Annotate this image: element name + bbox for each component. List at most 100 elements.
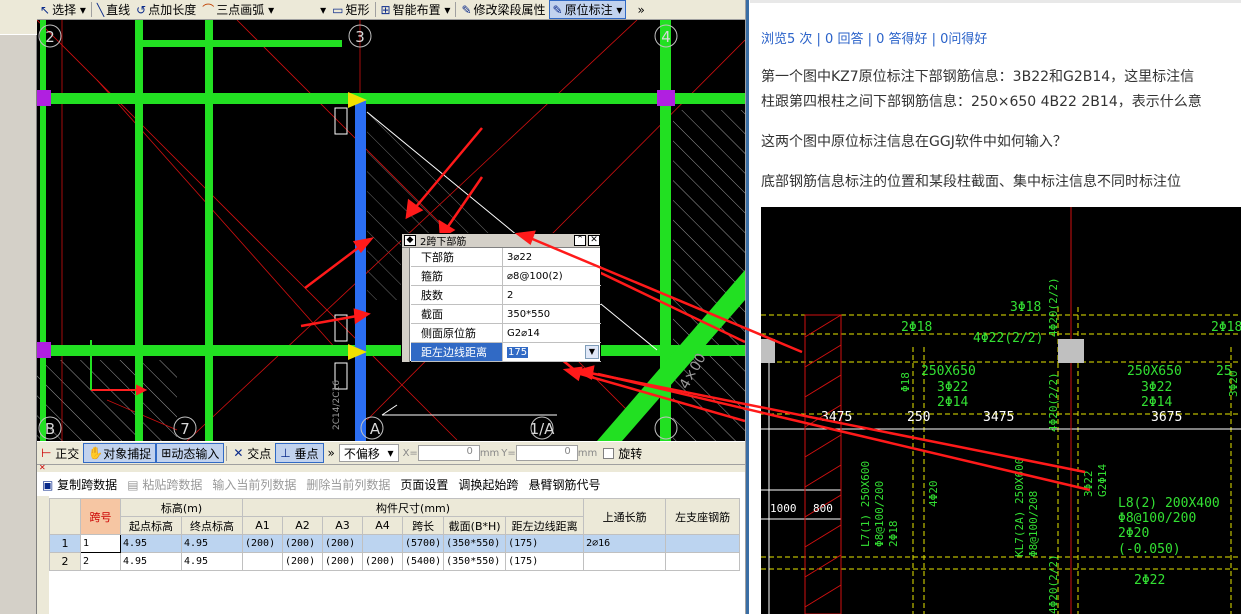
a4-header: A4 — [362, 516, 403, 535]
left-panel-strip — [0, 0, 37, 614]
copy-span-button[interactable]: ▣ 复制跨数据 — [37, 476, 122, 493]
chevron-down-icon[interactable]: ▼ — [585, 345, 599, 359]
rotate-label: 旋转 — [618, 446, 643, 461]
drawing-status-bar: ⊢ 正交 ✋ 对象捕捉 ⊞ 动态输入 ✕ 交点 ⊥ 垂点 » 不偏移 ▾ X= 0 … — [37, 441, 745, 465]
x-coordinate-input[interactable]: 0 — [417, 445, 480, 461]
svg-text:4Φ22(2/2): 4Φ22(2/2) — [973, 331, 1043, 346]
svg-text:2Φ20: 2Φ20 — [1118, 526, 1149, 541]
axis-label-3: 3 — [355, 28, 365, 46]
column-marker — [1058, 339, 1084, 363]
span-number-header[interactable]: 跨号 — [80, 498, 121, 535]
input-column-button[interactable]: 输入当前列数据 — [207, 476, 301, 493]
close-button[interactable]: ✕ — [588, 235, 600, 246]
svg-text:3475: 3475 — [983, 410, 1014, 425]
arc-tool-button[interactable]: ⌒ 三点画弧 ▾ — [199, 0, 277, 19]
toolbar-overflow-button[interactable]: » — [634, 0, 647, 19]
a3-header: A3 — [322, 516, 363, 535]
property-row-left-distance[interactable]: 距左边线距离 175 ▼ — [411, 343, 601, 362]
statusbar-overflow[interactable]: » — [324, 443, 339, 463]
top-rule — [750, 0, 1241, 3]
svg-text:Φ8@100/200: Φ8@100/200 — [873, 481, 886, 547]
x-label: X= — [402, 447, 418, 459]
span-bottom-rebar-popup[interactable]: 2跨下部筋 ◆ ⌃ ✕ 下部筋 3⌀22 箍筋 ⌀8@100(2) 肢数 2 截面 35… — [401, 233, 601, 362]
y-unit: mm — [577, 447, 598, 459]
svg-text:250: 250 — [907, 410, 930, 425]
ortho-toggle[interactable]: ⊢ 正交 — [37, 443, 83, 463]
svg-text:4Φ20(2/2): 4Φ20(2/2) — [1047, 554, 1060, 614]
beam-property-button[interactable]: ✎ 修改梁段属性 — [458, 0, 548, 19]
svg-text:4Φ20: 4Φ20 — [927, 481, 940, 508]
close-icon[interactable]: ✕ — [39, 463, 46, 472]
axis-label-4: 4 — [661, 28, 671, 46]
point-length-tool-button[interactable]: ↺ 点加长度 — [133, 0, 199, 19]
delete-column-button[interactable]: 删除当前列数据 — [301, 476, 395, 493]
paste-icon: ▤ — [127, 477, 139, 492]
span-data-grid[interactable]: 跨号 标高(m) 构件尺寸(mm) 上通长筋 左支座钢筋 起点标高 终点标高 A… — [49, 498, 745, 614]
perpendicular-toggle[interactable]: ⊥ 垂点 — [275, 443, 324, 463]
toolbar-separator — [226, 445, 228, 461]
property-row-stirrup[interactable]: 箍筋 ⌀8@100(2) — [411, 267, 601, 286]
svg-text:2Φ14: 2Φ14 — [1141, 395, 1172, 410]
cad-canvas[interactable]: 2 3 4 B 7 A 1/A 2C14/2C16 4×00 2跨下部筋 ◆ ⌃… — [37, 20, 745, 441]
svg-text:Φ8@100/208: Φ8@100/208 — [1027, 491, 1040, 557]
rectangle-tool-button[interactable]: ▭ 矩形 — [329, 0, 372, 19]
popup-left-gutter — [402, 248, 410, 362]
svg-text:(-0.050): (-0.050) — [1118, 542, 1181, 557]
dynamic-input-toggle[interactable]: ⊞ 动态输入 — [156, 443, 225, 463]
toolbar-separator — [455, 2, 457, 17]
y-coordinate-input[interactable]: 0 — [515, 445, 578, 461]
attached-drawing-image[interactable]: 3Φ18 2Φ18 4Φ22(2/2) 2Φ18 250X650 3Φ22 2Φ… — [761, 207, 1241, 614]
smart-layout-button[interactable]: ⊞ 智能布置 ▾ — [378, 0, 454, 19]
table-row[interactable]: 1 1 4.95 4.95 (200) (200) (200) (5700) (… — [49, 534, 741, 553]
arc-icon: ⌒ — [202, 3, 215, 17]
property-row-section[interactable]: 截面 350*550 — [411, 305, 601, 324]
inplace-annotation-button[interactable]: ✎ 原位标注 ▾ — [548, 0, 627, 19]
collapse-button[interactable]: ⌃ — [574, 235, 586, 246]
span-length-header: 跨长 — [401, 516, 445, 535]
svg-text:L7(1) 250X600: L7(1) 250X600 — [859, 461, 872, 547]
question-text-line-4: 底部钢筋信息标注的位置和某段柱截面、集中标注信息不同时标注位 — [761, 174, 1181, 190]
shape-dropdown[interactable]: ▾ — [317, 0, 329, 19]
popup-title: 2跨下部筋 — [420, 237, 467, 248]
svg-text:2Φ18: 2Φ18 — [887, 521, 900, 548]
cursor-icon: ↖ — [40, 2, 51, 17]
structural-drawing: 3Φ18 2Φ18 4Φ22(2/2) 2Φ18 250X650 3Φ22 2Φ… — [761, 207, 1241, 614]
cantilever-code-button[interactable]: 悬臂钢筋代号 — [523, 476, 605, 493]
axis-label-1a: 1/A — [530, 420, 556, 438]
svg-text:250X650: 250X650 — [1127, 364, 1182, 379]
svg-text:KL7(2A) 250X600: KL7(2A) 250X600 — [1013, 458, 1026, 557]
property-row-legs[interactable]: 肢数 2 — [411, 286, 601, 305]
svg-text:250X650: 250X650 — [921, 364, 976, 379]
swap-start-span-button[interactable]: 调换起始跨 — [453, 476, 523, 493]
question-text-line-2: 柱跟第四根柱之间下部钢筋信息：250×650 4B22 2B14，表示什么意 — [761, 94, 1202, 110]
chevron-down-icon: ▾ — [320, 2, 327, 17]
svg-text:Φ18: Φ18 — [899, 372, 912, 392]
point-length-icon: ↺ — [136, 2, 147, 17]
table-row[interactable]: 2 2 4.95 4.95 (200) (200) (200) (5400) (… — [49, 552, 741, 571]
perpendicular-icon: ⊥ — [280, 446, 291, 460]
property-row-bottom-rebar[interactable]: 下部筋 3⌀22 — [411, 248, 601, 267]
object-snap-toggle[interactable]: ✋ 对象捕捉 — [83, 443, 157, 463]
component-size-header: 构件尺寸(mm) — [241, 498, 585, 517]
svg-text:3675: 3675 — [1151, 410, 1182, 425]
rotate-checkbox[interactable] — [603, 447, 615, 459]
popup-header: 2跨下部筋 ◆ ⌃ ✕ — [402, 234, 600, 248]
pin-button[interactable]: ◆ — [404, 235, 416, 246]
svg-text:Φ8@100/200: Φ8@100/200 — [1118, 511, 1196, 526]
offset-mode-select[interactable]: 不偏移 ▾ — [338, 444, 399, 462]
a2-header: A2 — [282, 516, 323, 535]
paste-span-button[interactable]: ▤ 粘贴跨数据 — [122, 476, 207, 493]
line-tool-button[interactable]: ╲ 直线 — [94, 0, 133, 19]
intersection-toggle[interactable]: ✕ 交点 — [229, 443, 275, 463]
start-elevation-header: 起点标高 — [120, 516, 182, 535]
page-setup-button[interactable]: 页面设置 — [395, 476, 453, 493]
yellow-beam-lines — [761, 307, 1241, 614]
section-header: 截面(B*H) — [443, 516, 507, 535]
hatch-area — [37, 360, 177, 441]
property-row-side-rebar[interactable]: 侧面原位筋 G2⌀14 — [411, 324, 601, 343]
question-page: 浏览5 次 | 0 回答 | 0 答得好 | 0问得好 第一个图中KZ7原位标注… — [750, 0, 1241, 614]
left-distance-input[interactable]: 175 — [507, 346, 529, 358]
select-tool-button[interactable]: ↖ 选择 ▾ — [37, 0, 89, 19]
axis-label-a: A — [370, 420, 381, 438]
line-icon: ╲ — [96, 2, 105, 17]
